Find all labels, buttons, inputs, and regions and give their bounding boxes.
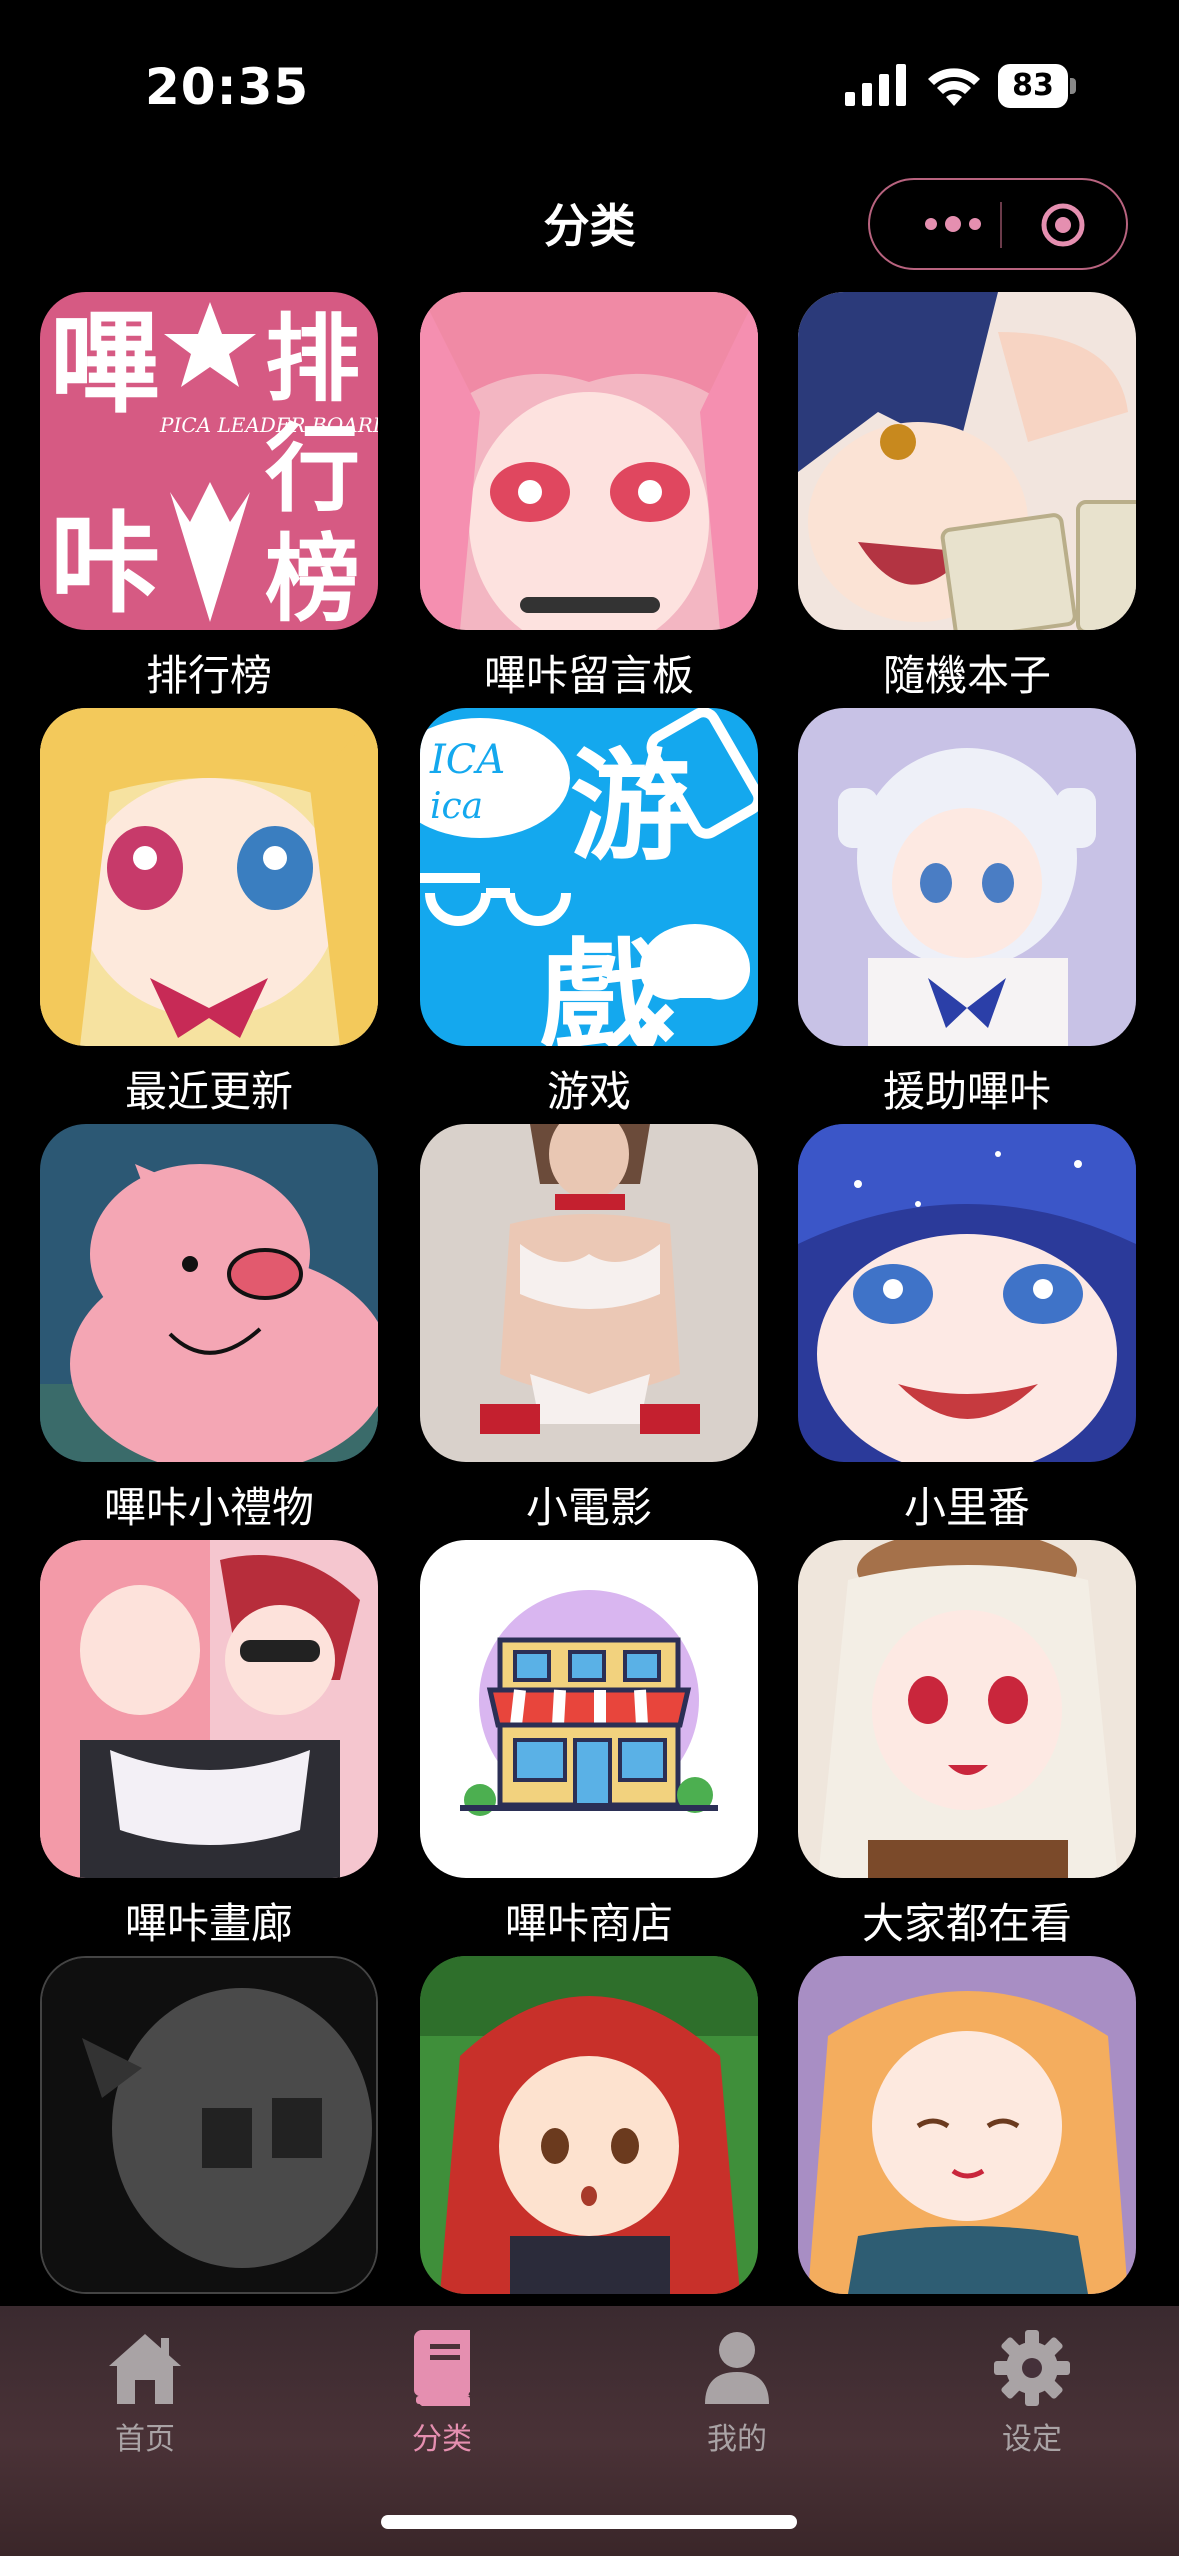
gallery-thumbnail xyxy=(40,1540,378,1878)
ranking-char: 榜 xyxy=(265,525,360,630)
ranking-thumbnail: 嗶 咔 排 行 榜 PICA LEADER BOARD xyxy=(40,292,378,630)
category-short-films[interactable]: 小電影 xyxy=(420,1124,758,1532)
category-label: 小電影 xyxy=(525,1483,652,1532)
category-trending[interactable]: 大家都在看 xyxy=(798,1540,1136,1948)
category-label: 嗶咔留言板 xyxy=(483,651,694,700)
category-thumbnail xyxy=(40,1956,378,2294)
category-gifts[interactable]: 嗶咔小禮物 xyxy=(40,1124,378,1532)
tab-label: 分类 xyxy=(412,2422,472,2457)
tab-label: 我的 xyxy=(707,2422,767,2457)
ranking-subtitle: PICA LEADER BOARD xyxy=(159,413,378,437)
random-comic-thumbnail xyxy=(798,292,1136,630)
category-label: 援助嗶咔 xyxy=(882,1067,1051,1116)
home-indicator xyxy=(381,2515,797,2529)
recent-updates-thumbnail xyxy=(40,708,378,1046)
category-random-comic[interactable]: 隨機本子 xyxy=(798,292,1136,700)
games-thumbnail: ICA ica 游 戲 xyxy=(420,708,758,1046)
battery-level: 83 xyxy=(1012,68,1054,103)
games-text: ICA xyxy=(429,737,505,783)
more-dots-button[interactable] xyxy=(908,180,998,268)
tab-home[interactable]: 首页 xyxy=(45,2328,245,2458)
category-support[interactable]: 援助嗶咔 xyxy=(798,708,1136,1116)
category-label: 最近更新 xyxy=(124,1067,293,1116)
miniapp-capsule xyxy=(868,178,1128,270)
category-label: 游戏 xyxy=(546,1067,631,1116)
category-shop[interactable]: 嗶咔商店 xyxy=(420,1540,758,1948)
category-label: 排行榜 xyxy=(145,651,272,700)
games-text: 游 xyxy=(570,738,690,877)
short-films-thumbnail xyxy=(420,1124,758,1462)
battery-icon: 83 xyxy=(998,64,1078,108)
category-recent-updates[interactable]: 最近更新 xyxy=(40,708,378,1116)
category-ranking[interactable]: 嗶 咔 排 行 榜 PICA LEADER BOARD 排行榜 xyxy=(40,292,378,700)
category-label: 嗶咔畫廊 xyxy=(124,1899,293,1948)
home-icon xyxy=(109,2334,181,2404)
tab-category[interactable]: 分类 xyxy=(342,2328,542,2458)
gifts-thumbnail xyxy=(40,1124,378,1462)
category-gallery[interactable]: 嗶咔畫廊 xyxy=(40,1540,378,1948)
category-label: 嗶咔小禮物 xyxy=(103,1483,314,1532)
category-label: 隨機本子 xyxy=(882,651,1051,700)
wifi-icon xyxy=(928,68,980,106)
ranking-char: 咔 xyxy=(50,500,160,628)
status-time: 20:35 xyxy=(145,58,310,116)
tab-label: 设定 xyxy=(1002,2422,1062,2457)
category-anime-shorts[interactable]: 小里番 xyxy=(798,1124,1136,1532)
close-target-icon[interactable] xyxy=(1040,202,1086,248)
category-label: 小里番 xyxy=(903,1483,1030,1532)
anime-shorts-thumbnail xyxy=(798,1124,1136,1462)
category-label: 大家都在看 xyxy=(861,1899,1072,1948)
ranking-char: 嗶 xyxy=(50,300,160,428)
games-text: ica xyxy=(430,786,483,827)
category-item-15[interactable] xyxy=(798,1956,1136,2294)
person-icon xyxy=(705,2332,769,2404)
category-item-13[interactable] xyxy=(40,1956,378,2294)
category-message-board[interactable]: 嗶咔留言板 xyxy=(420,292,758,700)
tab-label: 首页 xyxy=(115,2422,175,2457)
category-thumbnail xyxy=(798,1956,1136,2294)
cellular-signal-icon xyxy=(845,64,906,106)
category-item-14[interactable] xyxy=(420,1956,758,2294)
shop-thumbnail xyxy=(420,1540,758,1878)
support-thumbnail xyxy=(798,708,1136,1046)
tab-settings[interactable]: 设定 xyxy=(932,2328,1132,2458)
book-icon xyxy=(414,2330,470,2406)
message-board-thumbnail xyxy=(420,292,758,630)
tab-profile[interactable]: 我的 xyxy=(637,2328,837,2458)
status-bar: 20:35 83 xyxy=(0,0,1179,170)
ranking-char: 排 xyxy=(265,305,360,415)
category-label: 嗶咔商店 xyxy=(504,1899,673,1948)
trending-thumbnail xyxy=(798,1540,1136,1878)
gear-icon xyxy=(994,2330,1070,2406)
category-games[interactable]: ICA ica 游 戲 游戏 xyxy=(420,708,758,1116)
category-thumbnail xyxy=(420,1956,758,2294)
